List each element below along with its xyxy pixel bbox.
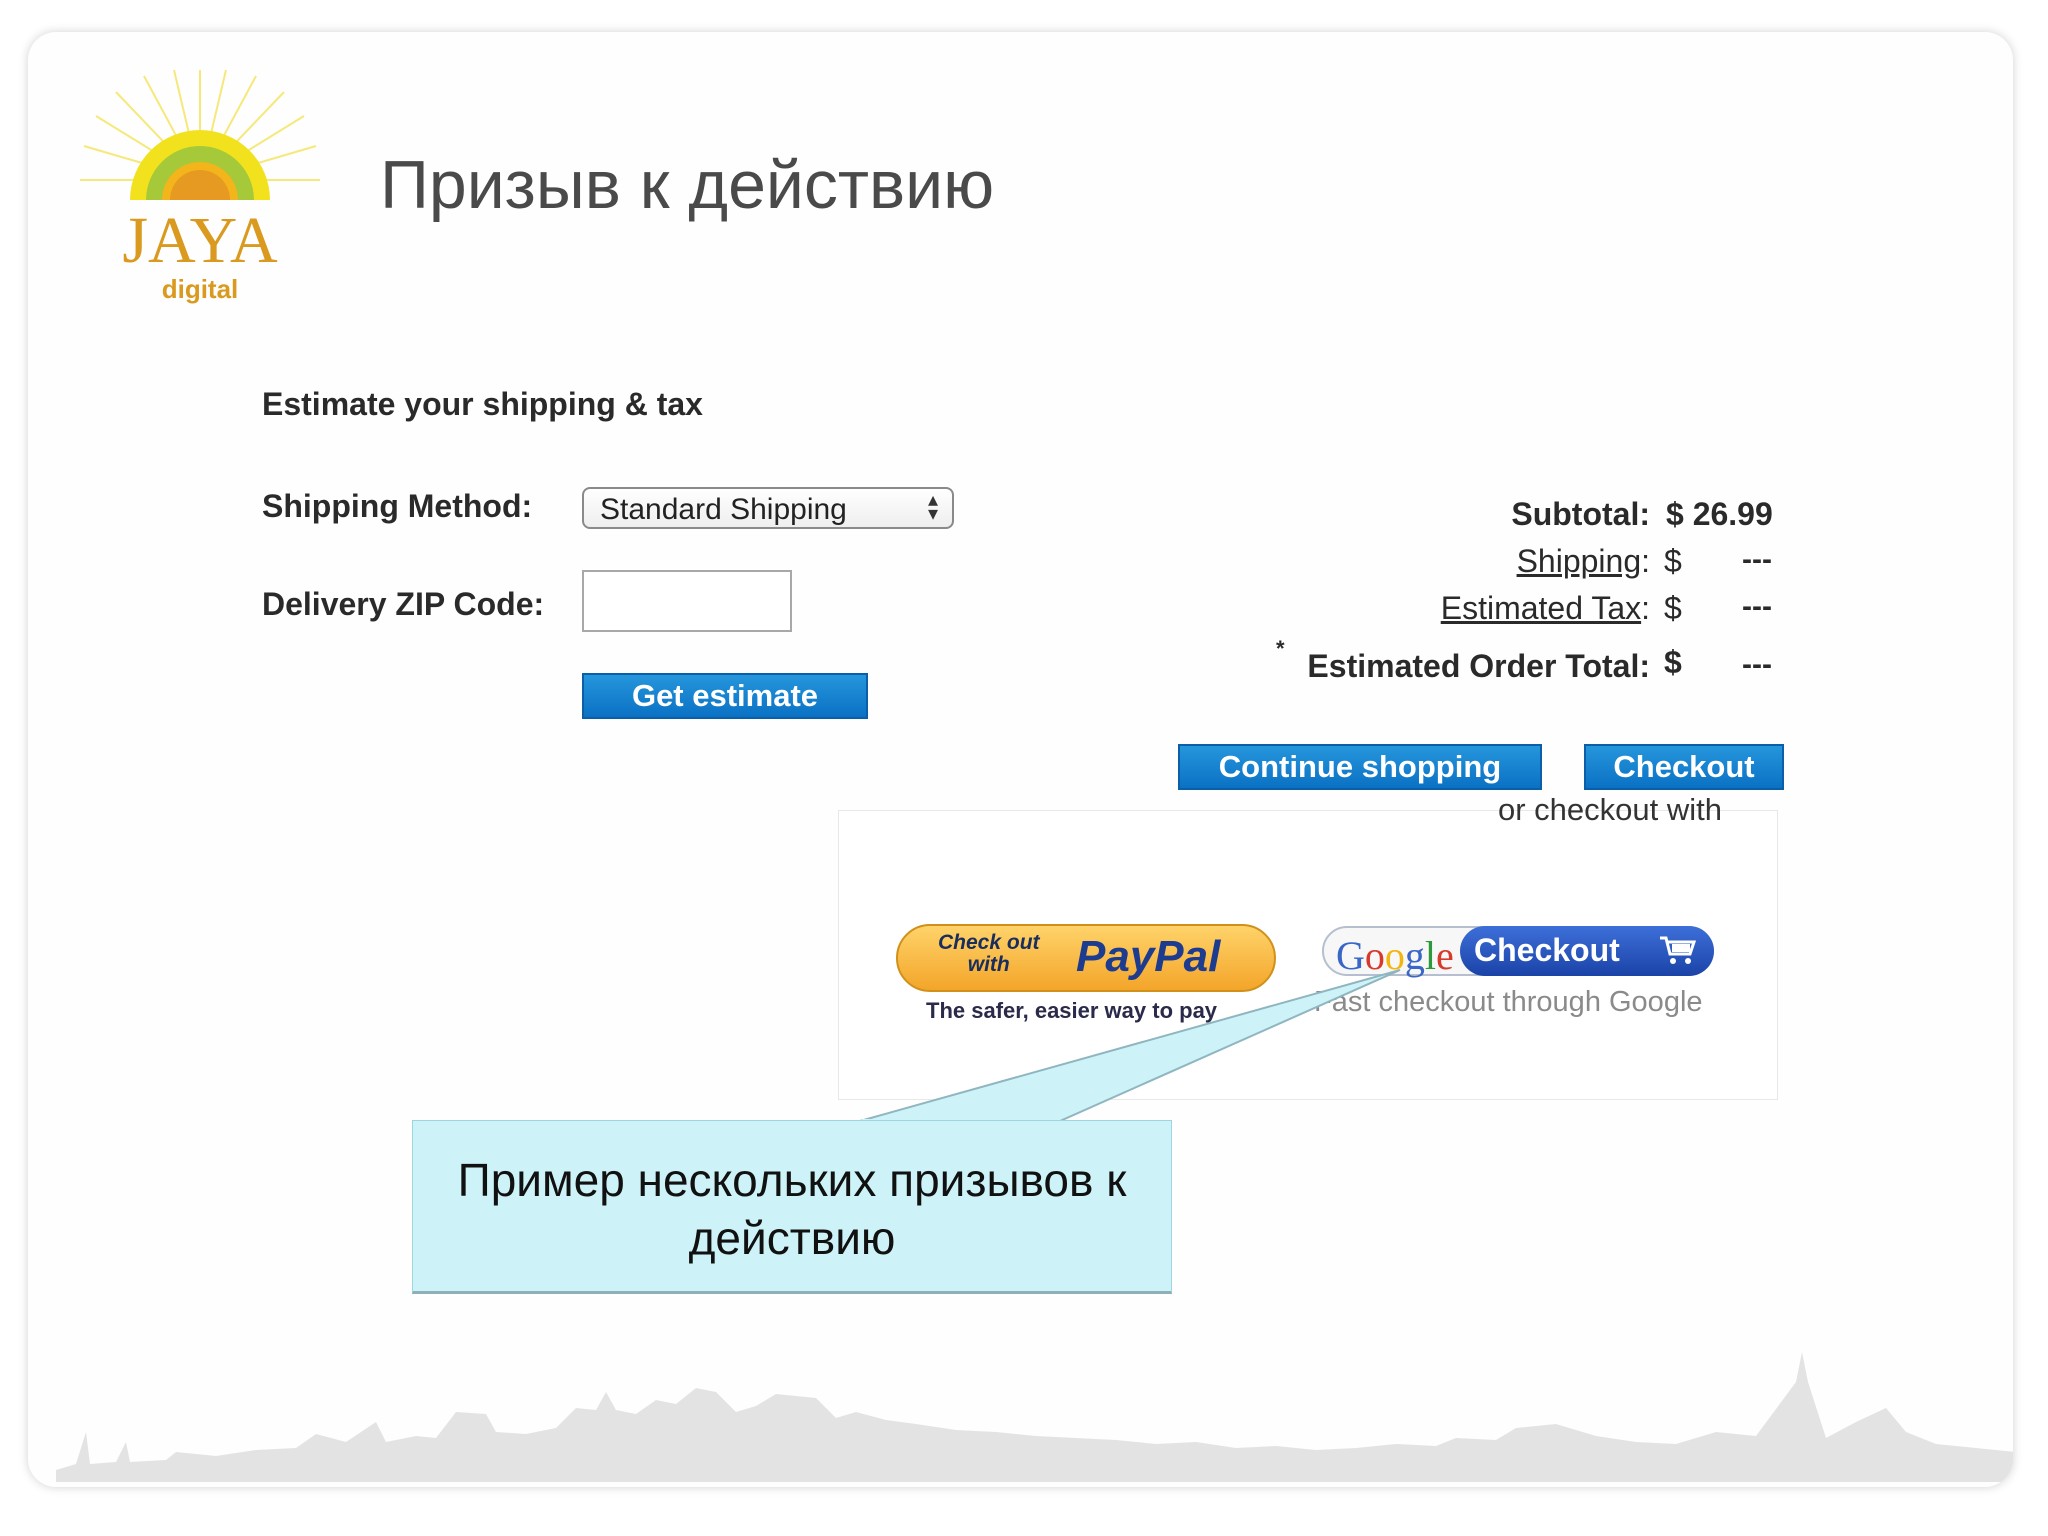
total-asterisk: * <box>1276 636 1285 661</box>
google-logo: Google <box>1336 933 1454 978</box>
estimated-total-label: Estimated Order Total: <box>1307 648 1650 684</box>
shipping-currency: $ <box>1664 543 1682 579</box>
shipping-link[interactable]: Shipping <box>1517 543 1642 579</box>
subtotal-value: $ 26.99 <box>1666 496 1773 532</box>
shipping-cost-label-row: Shipping: <box>1517 543 1650 580</box>
google-checkout-button[interactable]: Google Checkout <box>1322 926 1714 978</box>
google-checkout-label: Checkout <box>1474 932 1620 968</box>
estimated-tax-link[interactable]: Estimated Tax <box>1441 590 1641 626</box>
shipping-value: --- <box>1742 543 1772 576</box>
paypal-check-out: Check out <box>938 931 1040 954</box>
subtotal-label: Subtotal: <box>1511 496 1650 532</box>
checkout-button[interactable]: Checkout <box>1584 744 1784 790</box>
tax-colon: : <box>1641 590 1650 626</box>
google-caption: Fast checkout through Google <box>1314 986 1703 1018</box>
paypal-logo: PayPal <box>1076 932 1221 981</box>
callout-text-line2: действию <box>688 1212 896 1264</box>
cart-screenshot: Estimate your shipping & tax Shipping Me… <box>0 0 2048 1536</box>
zip-code-label: Delivery ZIP Code: <box>262 586 545 622</box>
shopping-cart-icon <box>1660 936 1697 964</box>
or-checkout-with-text: or checkout with <box>1498 792 1722 827</box>
shipping-colon: : <box>1641 543 1650 579</box>
total-currency: $ <box>1664 644 1682 680</box>
select-arrows-icon: ▴ ▾ <box>927 489 938 525</box>
paypal-with: with <box>967 953 1010 976</box>
callout-box: Пример нескольких призывов к действию <box>412 1120 1172 1294</box>
tax-label-row: Estimated Tax: <box>1441 590 1650 627</box>
paypal-small-text: Check out with <box>938 932 1040 976</box>
callout-text-line1: Пример нескольких призывов к <box>457 1154 1127 1206</box>
tax-value: --- <box>1742 590 1772 623</box>
continue-shopping-button[interactable]: Continue shopping <box>1178 744 1542 790</box>
shipping-method-label: Shipping Method: <box>262 488 533 524</box>
total-value: --- <box>1742 648 1772 681</box>
google-checkout-label-pill: Checkout <box>1460 926 1714 976</box>
zip-code-input[interactable] <box>582 570 792 632</box>
estimate-shipping-heading: Estimate your shipping & tax <box>262 386 703 422</box>
shipping-method-select[interactable]: Standard Shipping ▴ ▾ <box>582 487 954 529</box>
shipping-method-value: Standard Shipping <box>600 493 847 526</box>
paypal-checkout-button[interactable]: Check out with PayPal <box>896 924 1276 992</box>
tax-currency: $ <box>1664 590 1682 626</box>
paypal-caption: The safer, easier way to pay <box>926 998 1218 1023</box>
get-estimate-button[interactable]: Get estimate <box>582 673 868 719</box>
